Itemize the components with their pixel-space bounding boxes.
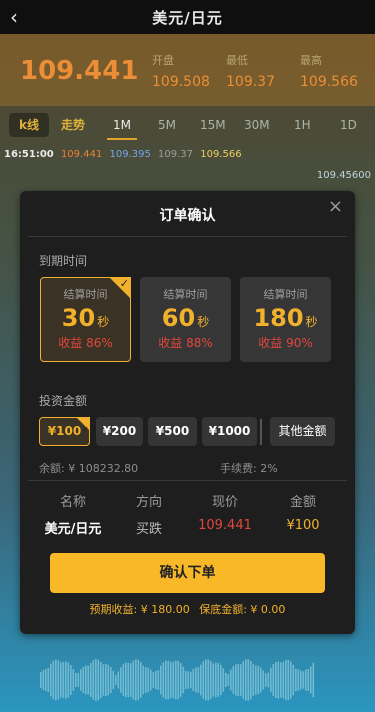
fee-text: 手续费: 2%	[220, 462, 278, 475]
order-amount: ¥100	[286, 518, 320, 533]
header-direction: 方向	[135, 495, 162, 510]
guarantee-amount: 保底金额: ¥ 0.00	[199, 603, 286, 616]
expiry-duration: 180 秒	[253, 304, 318, 332]
divider	[260, 419, 262, 445]
amount-button-100[interactable]: ¥100 ✓	[39, 417, 90, 446]
expiry-duration: 60 秒	[161, 304, 210, 332]
divider	[28, 480, 347, 481]
order-price: 109.441	[198, 518, 252, 533]
header-price: 现价	[211, 495, 238, 510]
amount-button-1000[interactable]: ¥1000	[202, 417, 257, 446]
expiry-option-60[interactable]: 结算时间 60 秒 收益 88%	[140, 277, 231, 362]
header-name: 名称	[59, 495, 86, 510]
other-amount-button[interactable]: 其他金额	[270, 417, 335, 446]
expiry-option-30[interactable]: 结算时间 30 秒 收益 86% ✓	[40, 277, 131, 362]
order-name: 美元/日元	[44, 522, 102, 537]
order-confirm-modal: 订单确认 × 到期时间 结算时间 30 秒 收益 86% ✓ 结算时间 60 秒 收…	[20, 191, 355, 634]
expected-profit: 预期收益: ¥ 180.00	[89, 603, 190, 616]
expiry-yield: 收益 88%	[158, 336, 213, 350]
header-amount: 金额	[289, 495, 316, 510]
balance-text: 余额: ¥ 108232.80	[39, 462, 139, 475]
expiry-yield: 收益 90%	[258, 336, 313, 350]
expiry-label: 到期时间	[39, 254, 88, 268]
amount-button-200[interactable]: ¥200	[96, 417, 143, 446]
amount-label: 投资金额	[39, 394, 88, 408]
divider	[28, 236, 347, 237]
expiry-option-label: 结算时间	[263, 288, 308, 301]
confirm-order-button[interactable]: 确认下单	[50, 553, 325, 593]
expiry-yield: 收益 86%	[58, 336, 113, 350]
modal-title: 订单确认	[159, 208, 216, 224]
expiry-duration: 30 秒	[61, 304, 110, 332]
order-summary: 预期收益: ¥ 180.00 保底金额: ¥ 0.00	[20, 601, 355, 617]
expiry-option-180[interactable]: 结算时间 180 秒 收益 90%	[240, 277, 331, 362]
expiry-option-label: 结算时间	[163, 288, 208, 301]
order-direction: 买跌	[135, 522, 162, 537]
close-icon[interactable]: ×	[328, 196, 343, 217]
checkmark-icon: ✓	[76, 417, 90, 434]
checkmark-icon: ✓	[109, 277, 131, 299]
amount-button-500[interactable]: ¥500	[148, 417, 197, 446]
